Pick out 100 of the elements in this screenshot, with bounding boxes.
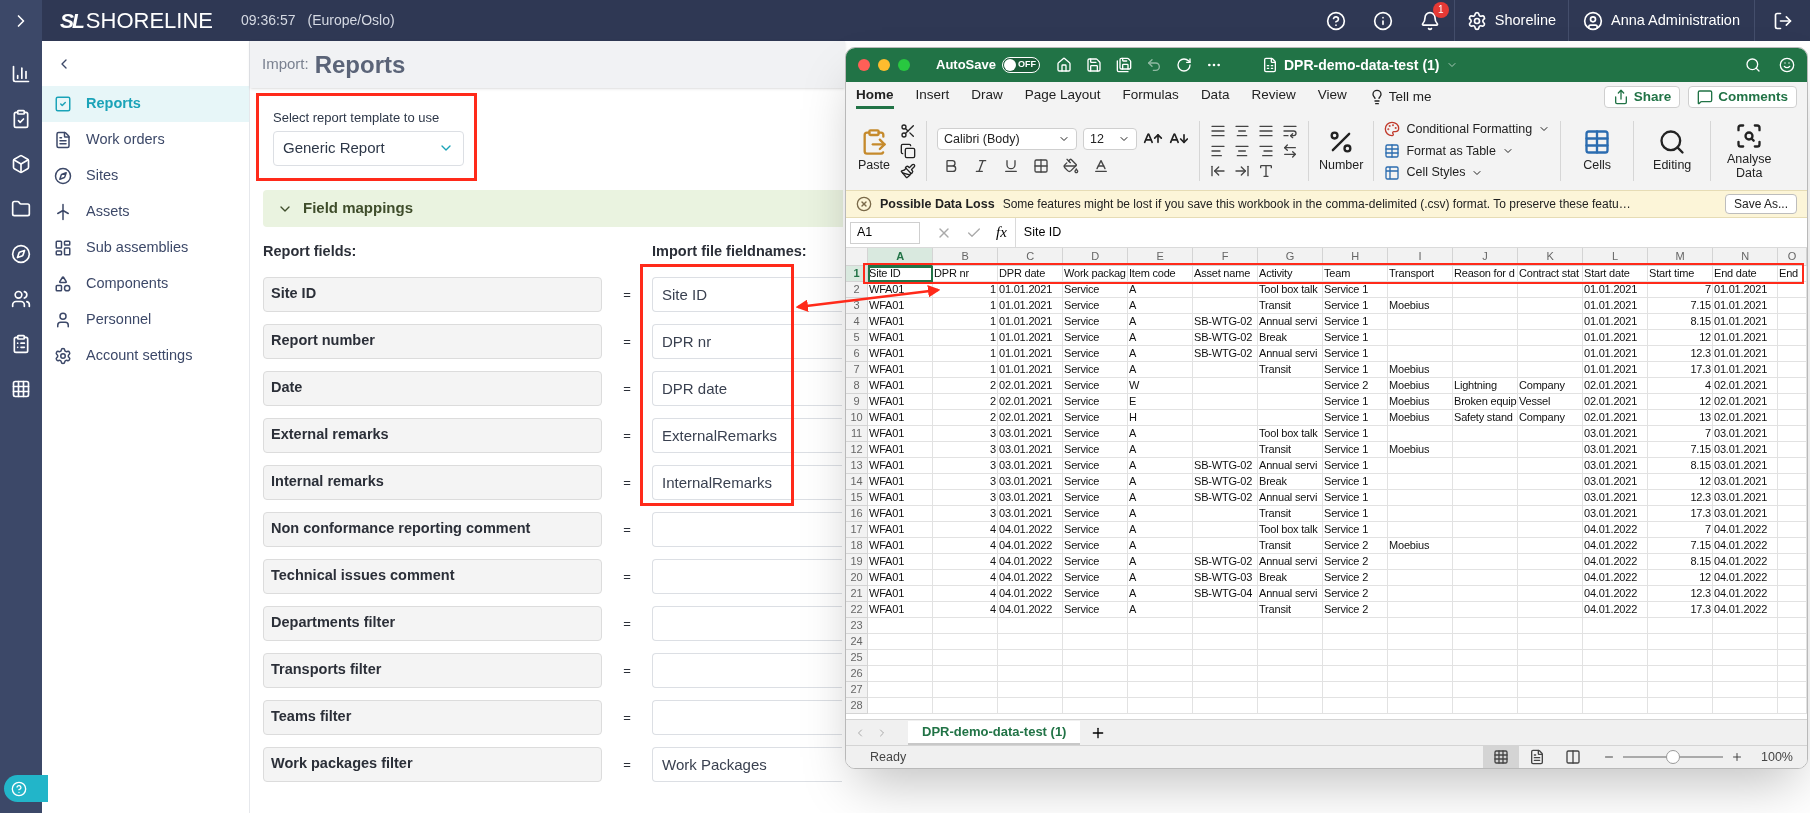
save-icon[interactable] xyxy=(1085,57,1102,73)
column-header[interactable]: O xyxy=(1778,248,1807,266)
row-number[interactable]: 14 xyxy=(846,474,868,490)
row-number[interactable]: 5 xyxy=(846,330,868,346)
row-number[interactable]: 22 xyxy=(846,602,868,618)
row-number[interactable]: 13 xyxy=(846,458,868,474)
row-number[interactable]: 23 xyxy=(846,618,868,634)
row-number[interactable]: 1 xyxy=(846,266,868,282)
row-number[interactable]: 2 xyxy=(846,282,868,298)
row-number[interactable]: 16 xyxy=(846,506,868,522)
fill-color-icon[interactable] xyxy=(1062,158,1079,174)
row-number[interactable]: 21 xyxy=(846,586,868,602)
row-number[interactable]: 17 xyxy=(846,522,868,538)
ribbon-tab[interactable]: View xyxy=(1317,85,1347,109)
indent-decrease-icon[interactable] xyxy=(1209,163,1226,179)
share-button[interactable]: Share xyxy=(1603,86,1681,108)
field-mappings-header[interactable]: Field mappings xyxy=(263,190,843,227)
fieldname-input[interactable]: ExternalRemarks xyxy=(652,417,842,453)
row-number[interactable]: 15 xyxy=(846,490,868,506)
home-icon[interactable] xyxy=(1055,57,1072,73)
row-number[interactable]: 7 xyxy=(846,362,868,378)
tell-me-field[interactable]: Tell me xyxy=(1368,86,1432,108)
styles-menu-item[interactable]: Conditional Formatting xyxy=(1384,119,1551,139)
formula-field[interactable]: Site ID xyxy=(1014,218,1807,247)
row-number[interactable]: 11 xyxy=(846,426,868,442)
row-number[interactable]: 28 xyxy=(846,698,868,714)
scissors-icon[interactable] xyxy=(899,123,916,139)
fieldname-input[interactable]: InternalRemarks xyxy=(652,464,842,500)
row-number[interactable]: 27 xyxy=(846,682,868,698)
row-number[interactable]: 12 xyxy=(846,442,868,458)
row-number[interactable]: 6 xyxy=(846,346,868,362)
sidebar-item[interactable]: Sites xyxy=(42,158,249,194)
autosave-toggle[interactable]: OFF xyxy=(1001,57,1040,73)
zoom-thumb[interactable] xyxy=(1666,750,1680,764)
minimize-window-icon[interactable] xyxy=(878,59,890,71)
align-middle-icon[interactable] xyxy=(1233,123,1250,139)
font-color-icon[interactable] xyxy=(1092,158,1109,174)
fieldname-input[interactable] xyxy=(652,699,842,735)
ribbon-tab[interactable]: Review xyxy=(1251,85,1296,109)
font-select[interactable]: Calibri (Body) xyxy=(936,128,1077,150)
ribbon-tab[interactable]: Draw xyxy=(971,85,1003,109)
name-box[interactable]: A1 xyxy=(850,221,920,244)
styles-menu-item[interactable]: Cell Styles xyxy=(1384,163,1551,183)
align-center-icon[interactable] xyxy=(1233,143,1250,159)
sidebar-item[interactable]: Sub assemblies xyxy=(42,230,249,266)
cells-button[interactable]: Cells xyxy=(1571,127,1624,175)
row-number[interactable]: 10 xyxy=(846,410,868,426)
row-number[interactable]: 24 xyxy=(846,634,868,650)
align-right-icon[interactable] xyxy=(1257,143,1274,159)
row-number[interactable]: 18 xyxy=(846,538,868,554)
ribbon-tab[interactable]: Home xyxy=(856,85,894,109)
fieldname-input[interactable]: Site ID xyxy=(652,276,842,312)
row-number[interactable]: 19 xyxy=(846,554,868,570)
select-all-corner[interactable] xyxy=(846,248,868,266)
borders-icon[interactable] xyxy=(1032,158,1049,174)
sidebar-item[interactable]: Components xyxy=(42,266,249,302)
save-as-icon[interactable] xyxy=(1115,57,1132,73)
comments-button[interactable]: Comments xyxy=(1688,86,1797,108)
underline-icon[interactable] xyxy=(1002,158,1019,174)
search-icon[interactable] xyxy=(1745,57,1761,73)
indent-increase-icon[interactable] xyxy=(1233,163,1250,179)
help-bubble[interactable] xyxy=(4,775,48,802)
fieldname-input[interactable] xyxy=(652,558,842,594)
brush-icon[interactable] xyxy=(899,163,916,179)
ribbon-tab[interactable]: Formulas xyxy=(1122,85,1179,109)
template-select[interactable]: Generic Report xyxy=(273,130,464,166)
row-number[interactable]: 8 xyxy=(846,378,868,394)
fieldname-input[interactable] xyxy=(652,511,842,547)
row-number[interactable]: 26 xyxy=(846,666,868,682)
editing-button[interactable]: Editing xyxy=(1644,127,1701,175)
wrap-text-icon[interactable] xyxy=(1281,123,1298,139)
maximize-window-icon[interactable] xyxy=(898,59,910,71)
redo-icon[interactable] xyxy=(1175,57,1192,73)
sidebar-item[interactable]: Assets xyxy=(42,194,249,230)
sheet-tab[interactable]: DPR-demo-data-test (1) xyxy=(908,721,1081,745)
notifications-button[interactable]: 1 xyxy=(1406,0,1454,41)
view-button[interactable] xyxy=(1483,746,1519,768)
function-button[interactable]: fx xyxy=(996,221,1007,244)
analyse-data-button[interactable]: Analyse Data xyxy=(1721,122,1778,180)
sidebar-item[interactable]: Personnel xyxy=(42,302,249,338)
fieldname-input[interactable]: Work Packages xyxy=(652,746,842,782)
fieldname-input[interactable]: DPR nr xyxy=(652,323,842,359)
merge-icon[interactable] xyxy=(1281,143,1298,159)
font-size-select[interactable]: 12 xyxy=(1082,128,1137,150)
fieldname-input[interactable]: DPR date xyxy=(652,370,842,406)
smiley-icon[interactable] xyxy=(1779,57,1795,73)
save-as-button[interactable]: Save As... xyxy=(1724,194,1797,214)
fieldname-input[interactable] xyxy=(652,652,842,688)
ribbon-tab[interactable]: Page Layout xyxy=(1024,85,1101,109)
styles-menu-item[interactable]: Format as Table xyxy=(1384,141,1551,161)
copy-icon[interactable] xyxy=(899,143,916,159)
sidebar-item[interactable]: Account settings xyxy=(42,338,249,374)
number-format-button[interactable]: Number xyxy=(1318,127,1364,175)
ribbon-tab[interactable]: Data xyxy=(1200,85,1230,109)
row-number[interactable]: 9 xyxy=(846,394,868,410)
fieldname-input[interactable] xyxy=(652,605,842,641)
row-number[interactable]: 25 xyxy=(846,650,868,666)
align-left-icon[interactable] xyxy=(1209,143,1226,159)
zoom-slider[interactable] xyxy=(1623,750,1723,764)
row-number[interactable]: 20 xyxy=(846,570,868,586)
